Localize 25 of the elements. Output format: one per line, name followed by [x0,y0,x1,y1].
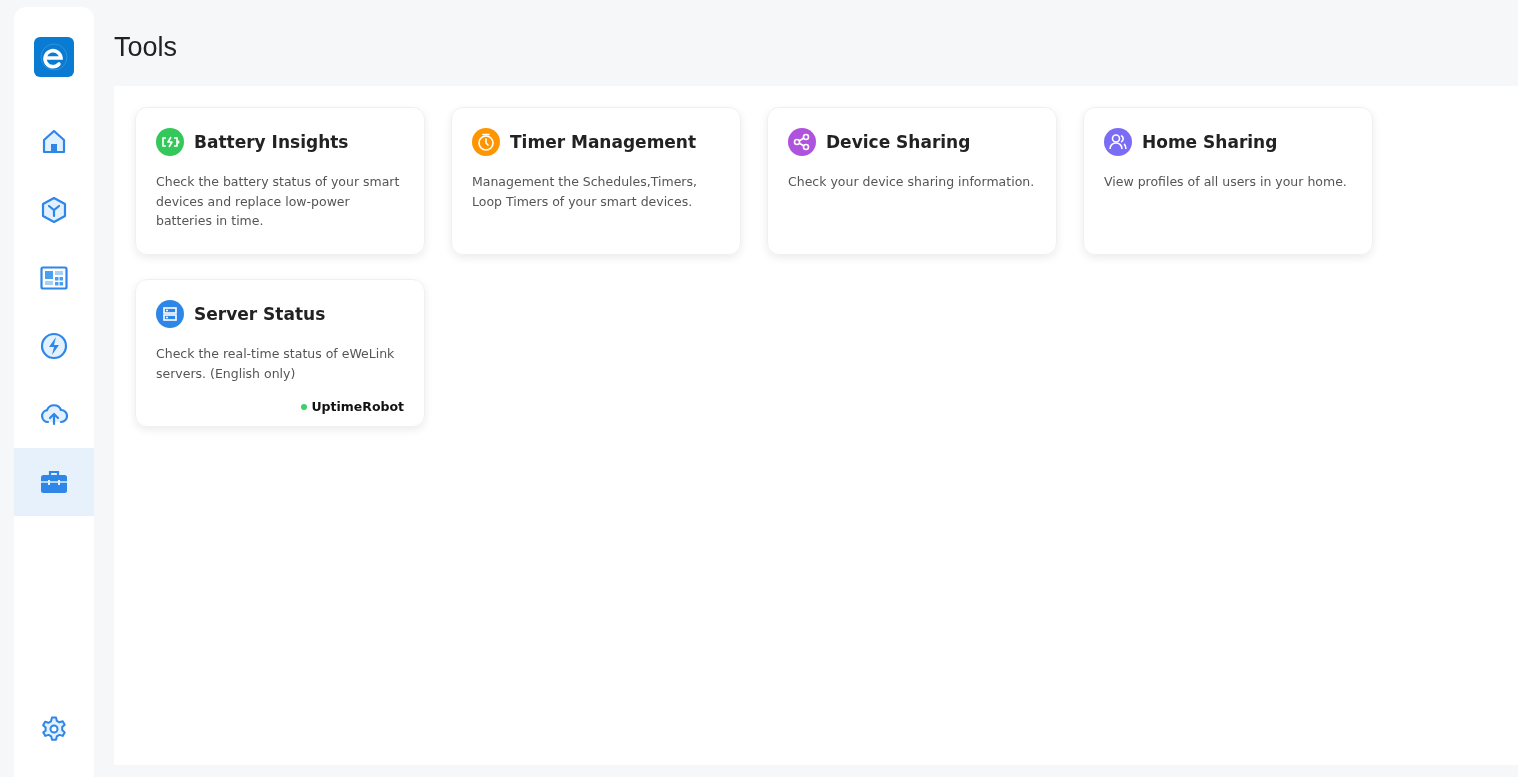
nav-item[interactable] [14,448,94,516]
card-title: Home Sharing [1142,132,1278,152]
card-title: Timer Management [510,132,697,152]
card-description: Management the Schedules,Timers, Loop Timers of your smart devices. [472,173,698,211]
card-title: Device Sharing [826,132,971,152]
dashboard-icon [40,264,68,292]
card-description: Check your device sharing information. [788,173,1036,191]
card-description: Check the battery status of your smart devices and replace low-power batteries in time. [156,173,401,230]
settings-icon [40,715,68,743]
card-title: Server Status [194,304,326,324]
hexagon-icon [40,196,68,224]
toolbox-icon [40,468,68,496]
card-description: Check the real-time status of eWeLink servers. (English only) [156,345,396,383]
tool-card[interactable]: Server Status Check the real-time status of eWeLink servers. (English only) UptimeRobot [135,279,425,427]
card-title: Battery Insights [194,132,349,152]
tool-card[interactable]: Battery Insights Check the battery status of your smart devices and replace low-power batteries in time. [135,107,425,255]
tool-card[interactable]: Timer Management Management the Schedules,Timers, Loop Timers of your smart devices. [451,107,741,255]
app-logo-icon [34,37,74,77]
home-icon [40,128,68,156]
lightning-icon [40,332,68,360]
tool-card[interactable]: Device Sharing Check your device sharing information. [767,107,1057,255]
tool-card[interactable]: Home Sharing View profiles of all users in your home. [1083,107,1373,255]
status-provider-label: UptimeRobot [311,399,404,414]
card-description: View profiles of all users in your home. [1104,173,1348,191]
page-title: Tools [114,31,179,64]
